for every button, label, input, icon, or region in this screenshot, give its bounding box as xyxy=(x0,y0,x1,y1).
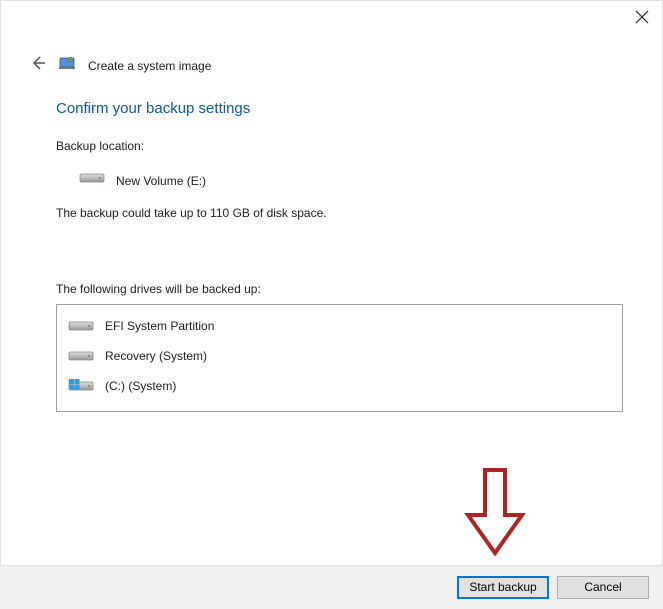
drive-label: Recovery (System) xyxy=(105,349,207,363)
back-arrow-icon[interactable] xyxy=(30,55,46,76)
drives-list: EFI System Partition Recovery (System) xyxy=(56,304,623,412)
windows-drive-icon xyxy=(67,377,95,395)
size-note: The backup could take up to 110 GB of di… xyxy=(56,206,623,220)
drive-label: (C:) (System) xyxy=(105,379,176,393)
hard-drive-icon xyxy=(67,317,95,335)
footer-bar: Start backup Cancel xyxy=(0,565,663,609)
backup-location-label: Backup location: xyxy=(56,139,623,153)
wizard-header: Create a system image xyxy=(30,54,211,77)
titlebar-controls xyxy=(635,10,649,24)
annotation-arrow-icon xyxy=(460,465,530,565)
hard-drive-icon xyxy=(67,347,95,365)
backup-location-value: New Volume (E:) xyxy=(116,174,206,188)
content-area: Confirm your backup settings Backup loca… xyxy=(56,100,623,412)
cancel-button[interactable]: Cancel xyxy=(557,576,649,599)
close-icon[interactable] xyxy=(635,10,649,24)
backup-location-row: New Volume (E:) xyxy=(78,169,623,192)
drive-label: EFI System Partition xyxy=(105,319,214,333)
page-title: Create a system image xyxy=(88,59,211,73)
drives-list-label: The following drives will be backed up: xyxy=(56,282,623,296)
list-item: Recovery (System) xyxy=(65,341,614,371)
system-image-icon xyxy=(58,54,76,77)
confirm-heading: Confirm your backup settings xyxy=(56,100,623,117)
list-item: EFI System Partition xyxy=(65,311,614,341)
start-backup-button[interactable]: Start backup xyxy=(457,576,549,599)
hard-drive-icon xyxy=(78,169,106,192)
list-item: (C:) (System) xyxy=(65,371,614,401)
